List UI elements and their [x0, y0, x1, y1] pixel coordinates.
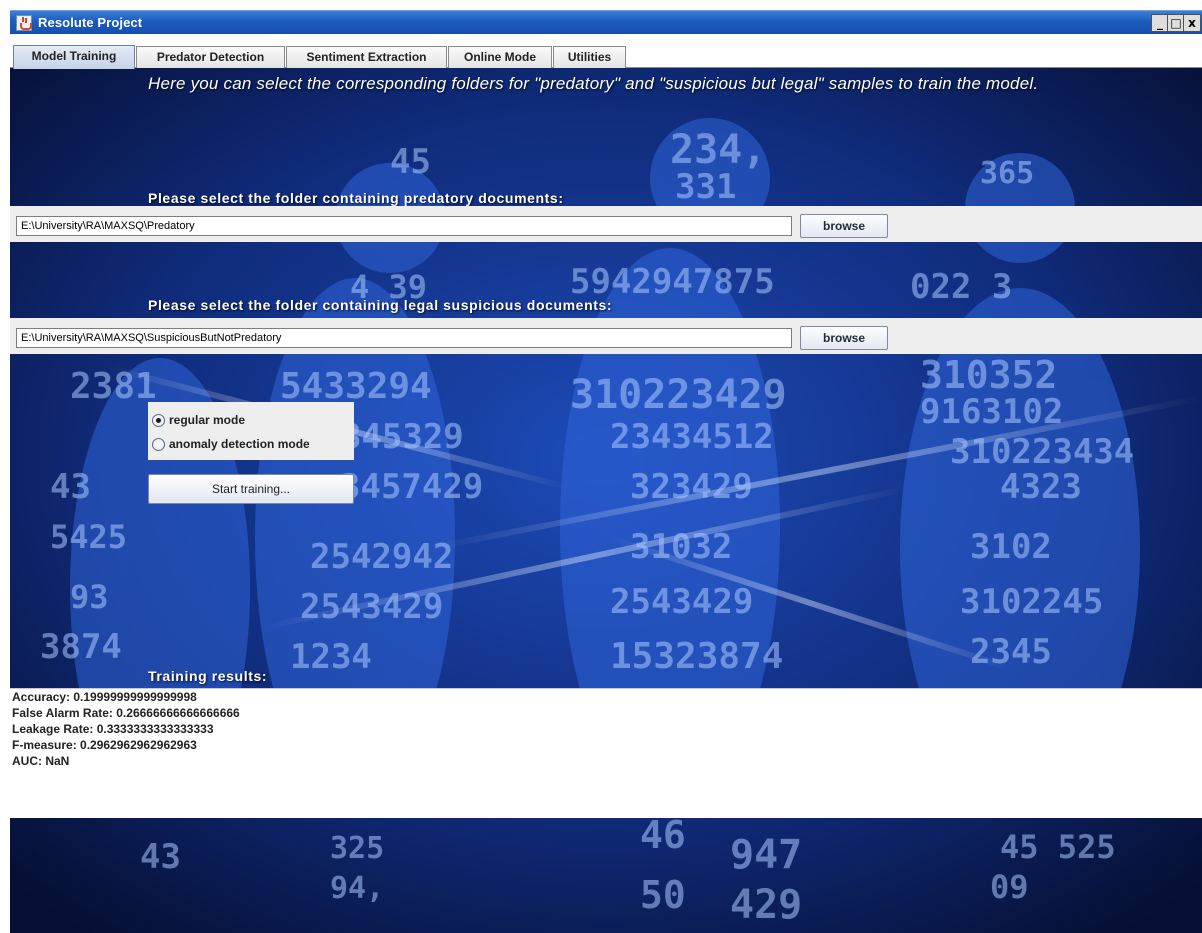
svg-text:947: 947: [730, 832, 802, 878]
browse-legal-button[interactable]: browse: [800, 326, 888, 350]
intro-text: Here you can select the corresponding fo…: [148, 74, 1039, 93]
result-leakage-rate: Leakage Rate: 0.3333333333333333: [12, 722, 214, 736]
svg-text:365: 365: [980, 156, 1034, 191]
anomaly-mode-option[interactable]: anomaly detection mode: [152, 434, 310, 454]
svg-text:323429: 323429: [630, 467, 753, 507]
tab-online-mode[interactable]: Online Mode: [448, 46, 552, 68]
regular-mode-option[interactable]: regular mode: [152, 410, 245, 430]
browse-predatory-button[interactable]: browse: [800, 214, 888, 238]
result-accuracy: Accuracy: 0.19999999999999998: [12, 690, 197, 704]
tab-utilities[interactable]: Utilities: [553, 46, 626, 68]
title-bar: Resolute Project _ □ x: [10, 10, 1202, 34]
java-app-icon: [16, 15, 32, 31]
predatory-folder-input[interactable]: [16, 216, 792, 236]
anomaly-mode-label: anomaly detection mode: [169, 437, 310, 451]
training-results-area: Accuracy: 0.19999999999999998 False Alar…: [10, 688, 1202, 818]
tab-strip: Model Training Predator Detection Sentim…: [10, 34, 1202, 69]
svg-text:94,: 94,: [330, 871, 384, 906]
svg-text:2345: 2345: [970, 632, 1052, 672]
svg-text:15323874: 15323874: [610, 636, 783, 677]
radio-checked-icon[interactable]: [152, 413, 165, 427]
svg-text:3874: 3874: [40, 627, 122, 667]
close-button[interactable]: x: [1183, 14, 1201, 32]
regular-mode-label: regular mode: [169, 413, 246, 427]
svg-text:09: 09: [990, 868, 1029, 906]
predatory-folder-row: browse: [10, 206, 1202, 242]
tab-predator-detection[interactable]: Predator Detection: [136, 46, 285, 68]
mode-radio-group: regular mode anomaly detection mode: [148, 402, 354, 460]
svg-text:3457429: 3457429: [340, 467, 483, 507]
start-training-button[interactable]: Start training...: [148, 474, 354, 504]
svg-text:2543429: 2543429: [300, 587, 443, 627]
training-results-label: Training results:: [148, 668, 268, 684]
svg-text:93: 93: [70, 578, 109, 616]
svg-text:23434512: 23434512: [610, 417, 774, 457]
svg-text:9163102: 9163102: [920, 392, 1063, 432]
result-auc: AUC: NaN: [12, 754, 70, 768]
svg-text:5425: 5425: [50, 518, 127, 556]
svg-text:45: 45: [390, 142, 431, 182]
radio-unchecked-icon[interactable]: [152, 437, 165, 451]
svg-text:50: 50: [640, 873, 686, 917]
svg-text:2381: 2381: [70, 366, 157, 407]
tab-sentiment-extraction[interactable]: Sentiment Extraction: [286, 46, 447, 68]
svg-text:310352: 310352: [920, 353, 1057, 397]
svg-text:3102245: 3102245: [960, 582, 1103, 622]
model-training-panel: 45 234, 331 365 5942947875 022 3 4 39 23…: [10, 68, 1202, 933]
svg-text:5942947875: 5942947875: [570, 262, 775, 302]
svg-text:43: 43: [140, 837, 181, 877]
svg-text:429: 429: [730, 882, 802, 928]
legal-folder-row: browse: [10, 318, 1202, 354]
svg-text:31032: 31032: [630, 527, 732, 567]
svg-text:310223434: 310223434: [950, 432, 1134, 472]
svg-text:5433294: 5433294: [280, 366, 432, 407]
svg-text:310223429: 310223429: [570, 372, 787, 418]
svg-text:2542942: 2542942: [310, 537, 453, 577]
svg-text:022 3: 022 3: [910, 267, 1012, 307]
result-f-measure: F-measure: 0.2962962962962963: [12, 738, 197, 752]
window-title: Resolute Project: [38, 15, 143, 30]
svg-text:1234: 1234: [290, 637, 372, 677]
svg-text:2543429: 2543429: [610, 582, 753, 622]
tab-model-training[interactable]: Model Training: [13, 45, 135, 69]
svg-text:331: 331: [675, 167, 736, 207]
svg-text:45 525: 45 525: [1000, 828, 1116, 866]
predatory-folder-label: Please select the folder containing pred…: [148, 190, 564, 206]
svg-text:3102: 3102: [970, 527, 1052, 567]
svg-text:46: 46: [640, 813, 686, 857]
svg-text:4323: 4323: [1000, 467, 1082, 507]
svg-text:43: 43: [50, 467, 91, 507]
legal-folder-input[interactable]: [16, 328, 792, 348]
svg-text:325: 325: [330, 831, 384, 866]
legal-folder-label: Please select the folder containing lega…: [148, 297, 613, 313]
result-false-alarm-rate: False Alarm Rate: 0.26666666666666666: [12, 706, 240, 720]
